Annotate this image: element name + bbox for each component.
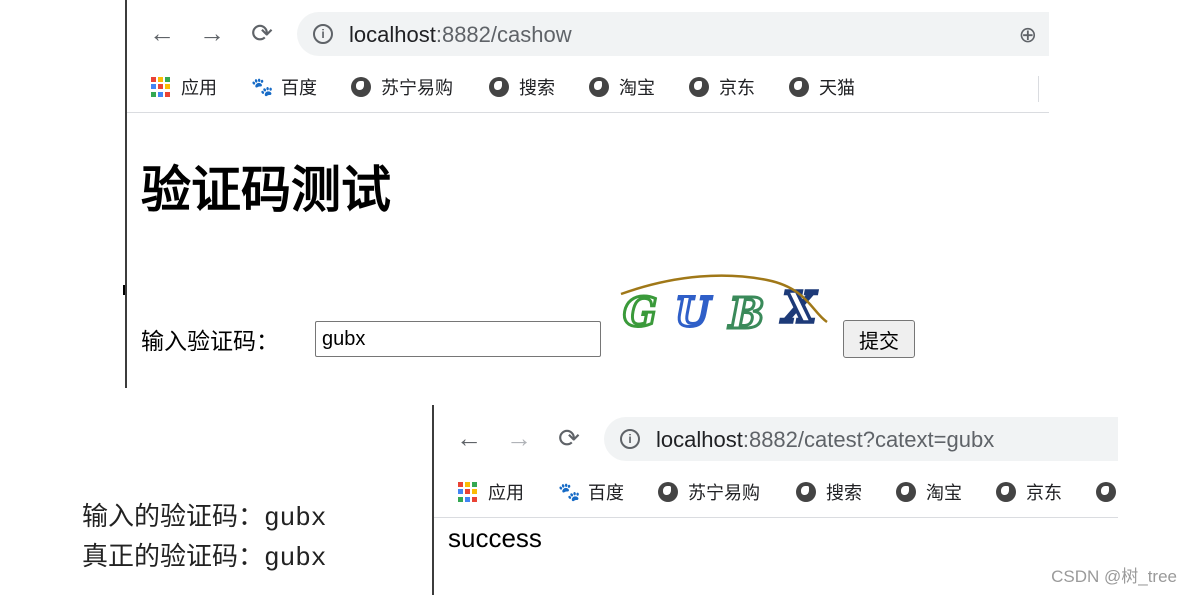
- captcha-image[interactable]: G U B X: [617, 272, 837, 342]
- globe-icon: [658, 482, 678, 502]
- back-arrow-icon[interactable]: ←: [454, 423, 484, 453]
- globe-icon: [896, 482, 916, 502]
- url-path: :8882/catest?catext=gubx: [742, 427, 995, 452]
- bookmark-label: 京东: [719, 78, 755, 98]
- bookmark-apps[interactable]: 应用: [458, 479, 524, 505]
- bookmark-jd[interactable]: 京东: [996, 479, 1062, 505]
- globe-icon: [996, 482, 1016, 502]
- console-line-input: 输入的验证码：gubx: [82, 503, 327, 533]
- bookmark-label: 应用: [488, 483, 524, 503]
- bookmark-baidu[interactable]: 🐾 百度: [558, 479, 624, 505]
- baidu-icon: 🐾: [251, 77, 274, 97]
- bookmark-label: 苏宁易购: [381, 78, 453, 98]
- bookmark-baidu[interactable]: 🐾 百度: [251, 74, 317, 100]
- browser-toolbar: ← → ⟳ i localhost:8882/catest?catext=gub…: [434, 405, 1118, 471]
- bookmark-taobao[interactable]: 淘宝: [896, 479, 962, 505]
- bookmark-label: 百度: [281, 78, 317, 98]
- url-text[interactable]: localhost:8882/catest?catext=gubx: [656, 427, 994, 453]
- back-arrow-icon[interactable]: ←: [147, 18, 177, 48]
- globe-icon: [351, 77, 371, 97]
- reload-icon[interactable]: ⟳: [247, 18, 277, 48]
- console-line-real: 真正的验证码：gubx: [82, 543, 327, 573]
- browser-toolbar: ← → ⟳ i localhost:8882/cashow ⊕: [127, 0, 1049, 66]
- address-bar[interactable]: i localhost:8882/cashow ⊕: [297, 12, 1049, 56]
- captcha-char-b: B: [728, 289, 765, 338]
- result-text: success: [448, 523, 542, 553]
- globe-icon: [789, 77, 809, 97]
- watermark: CSDN @树_tree: [1051, 567, 1177, 586]
- captcha-input-label: 输入验证码：: [141, 328, 279, 354]
- bookmark-label: 百度: [588, 483, 624, 503]
- bookmark-suning[interactable]: 苏宁易购: [658, 479, 760, 505]
- reload-icon[interactable]: ⟳: [554, 423, 584, 453]
- console-output: 输入的验证码：gubx 真正的验证码：gubx: [82, 498, 326, 578]
- apps-icon: [151, 77, 171, 97]
- baidu-icon: 🐾: [558, 482, 581, 502]
- globe-icon: [689, 77, 709, 97]
- bookmark-label: 苏宁易购: [688, 483, 760, 503]
- page-title: 验证码测试: [141, 162, 391, 218]
- url-text[interactable]: localhost:8882/cashow: [349, 22, 572, 48]
- globe-icon: [589, 77, 609, 97]
- url-path: :8882/cashow: [435, 22, 572, 47]
- bookmark-label: 搜索: [826, 483, 862, 503]
- bookmark-label: 天猫: [819, 78, 855, 98]
- bookmark-jd[interactable]: 京东: [689, 74, 755, 100]
- bookmark-taobao[interactable]: 淘宝: [589, 74, 655, 100]
- apps-icon: [458, 482, 478, 502]
- url-host: localhost: [349, 22, 436, 47]
- url-host: localhost: [656, 427, 743, 452]
- bookmark-overflow[interactable]: [1096, 479, 1118, 505]
- globe-icon: [1096, 482, 1116, 502]
- bookmarks-bar: 应用 🐾 百度 苏宁易购 搜索 淘宝 京东: [434, 471, 1118, 518]
- bookmark-search[interactable]: 搜索: [796, 479, 862, 505]
- captcha-char-u: U: [675, 289, 712, 336]
- bookmarks-bar: 应用 🐾 百度 苏宁易购 搜索 淘宝 京东 天猫: [127, 66, 1049, 113]
- bookmark-tmall[interactable]: 天猫: [789, 74, 855, 100]
- bookmark-label: 搜索: [519, 78, 555, 98]
- captcha-input[interactable]: [315, 321, 601, 357]
- site-info-icon[interactable]: i: [313, 24, 333, 44]
- bookmark-label: 京东: [1026, 483, 1062, 503]
- bookmark-search[interactable]: 搜索: [489, 74, 555, 100]
- browser-window-catest: ← → ⟳ i localhost:8882/catest?catext=gub…: [432, 405, 1118, 595]
- site-info-icon[interactable]: i: [620, 429, 640, 449]
- forward-arrow-icon[interactable]: →: [197, 18, 227, 48]
- forward-arrow-icon[interactable]: →: [504, 423, 534, 453]
- globe-icon: [489, 77, 509, 97]
- globe-icon: [796, 482, 816, 502]
- zoom-icon[interactable]: ⊕: [1019, 22, 1037, 48]
- bookmarks-separator: [1038, 76, 1039, 102]
- captcha-char-g: G: [623, 289, 657, 336]
- address-bar[interactable]: i localhost:8882/catest?catext=gubx: [604, 417, 1118, 461]
- bookmark-apps[interactable]: 应用: [151, 74, 217, 100]
- bookmark-label: 应用: [181, 78, 217, 98]
- browser-window-cashow: ← → ⟳ i localhost:8882/cashow ⊕ 应用 🐾 百度 …: [125, 0, 1049, 388]
- bookmark-label: 淘宝: [926, 483, 962, 503]
- bookmark-label: 淘宝: [619, 78, 655, 98]
- bookmark-suning[interactable]: 苏宁易购: [351, 74, 453, 100]
- submit-button[interactable]: 提交: [843, 320, 915, 358]
